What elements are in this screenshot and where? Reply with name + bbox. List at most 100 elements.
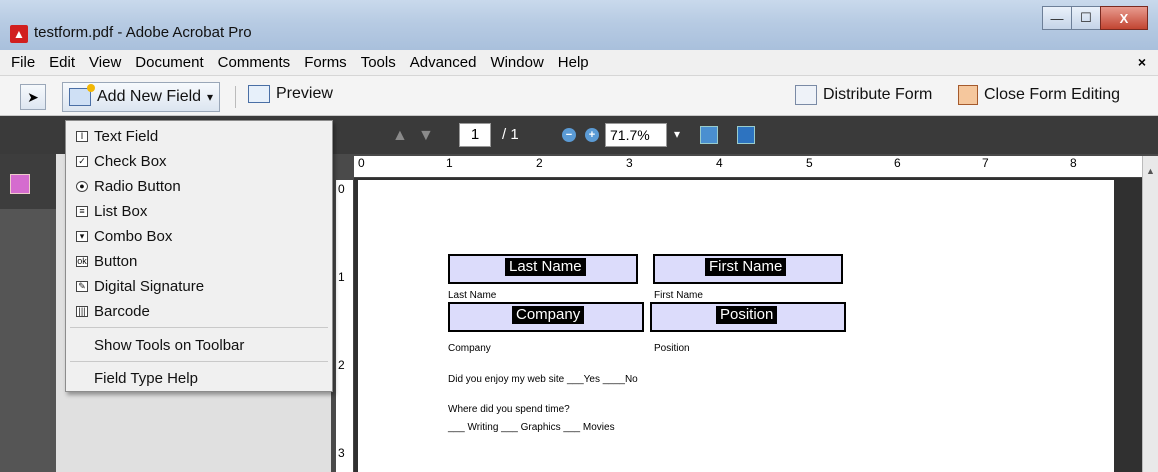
next-page-icon[interactable]: ▼	[418, 127, 434, 145]
ruler-label: 0	[338, 182, 345, 196]
position-form-field[interactable]: Position	[650, 302, 846, 332]
previous-page-icon[interactable]: ▲	[392, 127, 408, 145]
fit-page-icon[interactable]	[737, 126, 755, 144]
barcode-icon: |||	[76, 305, 88, 317]
distribute-form-button[interactable]: Distribute Form	[795, 85, 932, 105]
menu-bar: File Edit View Document Comments Forms T…	[0, 50, 1158, 76]
menu-edit[interactable]: Edit	[42, 54, 82, 71]
close-button[interactable]: X	[1100, 6, 1148, 30]
menu-comments[interactable]: Comments	[211, 54, 298, 71]
page-total: / 1	[502, 126, 519, 143]
fields-panel-icon[interactable]	[10, 174, 30, 194]
menu-item-field-type-help[interactable]: Field Type Help	[66, 366, 332, 390]
menu-item-label: Combo Box	[94, 227, 173, 245]
close-form-icon	[958, 85, 978, 105]
menu-forms[interactable]: Forms	[297, 54, 354, 71]
select-tool-button[interactable]: ➤	[20, 84, 46, 110]
page-number-input[interactable]: 1	[459, 123, 491, 147]
close-form-label: Close Form Editing	[984, 86, 1121, 103]
button-icon: ok	[76, 255, 88, 267]
company-form-field[interactable]: Company	[448, 302, 644, 332]
close-form-editing-button[interactable]: Close Form Editing	[958, 85, 1120, 105]
title-bar: ▲ testform.pdf - Adobe Acrobat Pro — ☐ X	[0, 0, 1158, 50]
menu-file[interactable]: File	[4, 54, 42, 71]
window-controls: — ☐ X	[1042, 6, 1148, 34]
ruler-label: 5	[806, 156, 813, 170]
menu-window[interactable]: Window	[483, 54, 550, 71]
text-field-icon: I	[76, 130, 88, 142]
left-icon-rail	[0, 154, 56, 472]
menu-item-label: List Box	[94, 202, 148, 220]
last-name-form-field[interactable]: Last Name	[448, 254, 638, 284]
left-rail-header	[0, 154, 56, 209]
forms-toolbar: ➤ Add New Field ▾ Preview Distribute For…	[0, 76, 1158, 116]
add-new-field-label: Add New Field	[97, 88, 202, 105]
menu-view[interactable]: View	[82, 54, 128, 71]
menu-advanced[interactable]: Advanced	[403, 54, 484, 71]
survey-question-1: Did you enjoy my web site ___Yes ____No	[448, 374, 638, 385]
toolbar-divider	[235, 86, 236, 108]
scroll-up-icon[interactable]: ▲	[1146, 166, 1155, 176]
window-title: testform.pdf - Adobe Acrobat Pro	[34, 24, 252, 41]
ruler-label: 1	[446, 156, 453, 170]
menu-item-button[interactable]: ok Button	[66, 249, 332, 273]
add-field-dropdown-menu: I Text Field ✓ Check Box ● Radio Button …	[65, 120, 333, 392]
company-label: Company	[448, 343, 491, 354]
minimize-button[interactable]: —	[1042, 6, 1072, 30]
ruler-label: 4	[716, 156, 723, 170]
maximize-button[interactable]: ☐	[1071, 6, 1101, 30]
menu-item-check-box[interactable]: ✓ Check Box	[66, 149, 332, 173]
ruler-label: 7	[982, 156, 989, 170]
ruler-label: 3	[626, 156, 633, 170]
first-name-form-field[interactable]: First Name	[653, 254, 843, 284]
chevron-down-icon: ▾	[207, 90, 214, 104]
menu-item-combo-box[interactable]: ▾ Combo Box	[66, 224, 332, 248]
menu-item-label: Field Type Help	[94, 369, 198, 387]
last-name-label: Last Name	[448, 290, 497, 301]
preview-button[interactable]: Preview	[248, 85, 333, 103]
menu-item-label: Check Box	[94, 152, 167, 170]
ruler-label: 0	[358, 156, 365, 170]
first-name-label: First Name	[654, 290, 703, 301]
menu-item-text-field[interactable]: I Text Field	[66, 124, 332, 148]
pdf-page: Last Name First Name Last Name First Nam…	[358, 180, 1114, 472]
document-view: Last Name First Name Last Name First Nam…	[354, 178, 1142, 472]
survey-question-2-options: ___ Writing ___ Graphics ___ Movies	[448, 422, 615, 433]
survey-question-2: Where did you spend time?	[448, 404, 570, 415]
field-name: Company	[512, 306, 585, 324]
acrobat-icon: ▲	[10, 25, 28, 43]
preview-label: Preview	[276, 85, 333, 102]
menu-item-list-box[interactable]: ≡ List Box	[66, 199, 332, 223]
pointer-icon: ➤	[27, 88, 39, 105]
menu-item-barcode[interactable]: ||| Barcode	[66, 299, 332, 323]
field-name: Position	[716, 306, 778, 324]
menu-item-radio-button[interactable]: ● Radio Button	[66, 174, 332, 198]
menu-document[interactable]: Document	[128, 54, 210, 71]
add-field-icon	[69, 84, 95, 106]
radio-icon: ●	[76, 180, 88, 192]
menu-divider	[70, 361, 328, 362]
combo-box-icon: ▾	[76, 230, 88, 242]
checkbox-icon: ✓	[76, 155, 88, 167]
menu-divider	[70, 327, 328, 328]
horizontal-ruler: 0 1 2 3 4 5 6 7 8	[354, 156, 1142, 178]
list-box-icon: ≡	[76, 205, 88, 217]
vertical-scrollbar[interactable]: ▲	[1142, 156, 1158, 472]
menu-item-label: Show Tools on Toolbar	[94, 336, 245, 354]
add-new-field-button[interactable]: Add New Field ▾	[62, 82, 221, 112]
ruler-label: 6	[894, 156, 901, 170]
zoom-level-input[interactable]: 71.7%	[605, 123, 667, 147]
field-name: First Name	[705, 258, 787, 276]
menu-item-show-tools[interactable]: Show Tools on Toolbar	[66, 333, 332, 357]
ruler-label: 2	[338, 358, 345, 372]
menu-help[interactable]: Help	[551, 54, 596, 71]
zoom-dropdown-icon[interactable]: ▾	[674, 127, 680, 141]
menu-tools[interactable]: Tools	[354, 54, 403, 71]
zoom-out-icon[interactable]: −	[562, 128, 576, 142]
close-document-icon[interactable]: ×	[1138, 54, 1146, 70]
fit-width-icon[interactable]	[700, 126, 718, 144]
zoom-in-icon[interactable]: +	[585, 128, 599, 142]
preview-icon	[248, 85, 270, 103]
menu-item-digital-signature[interactable]: ✎ Digital Signature	[66, 274, 332, 298]
signature-icon: ✎	[76, 280, 88, 292]
